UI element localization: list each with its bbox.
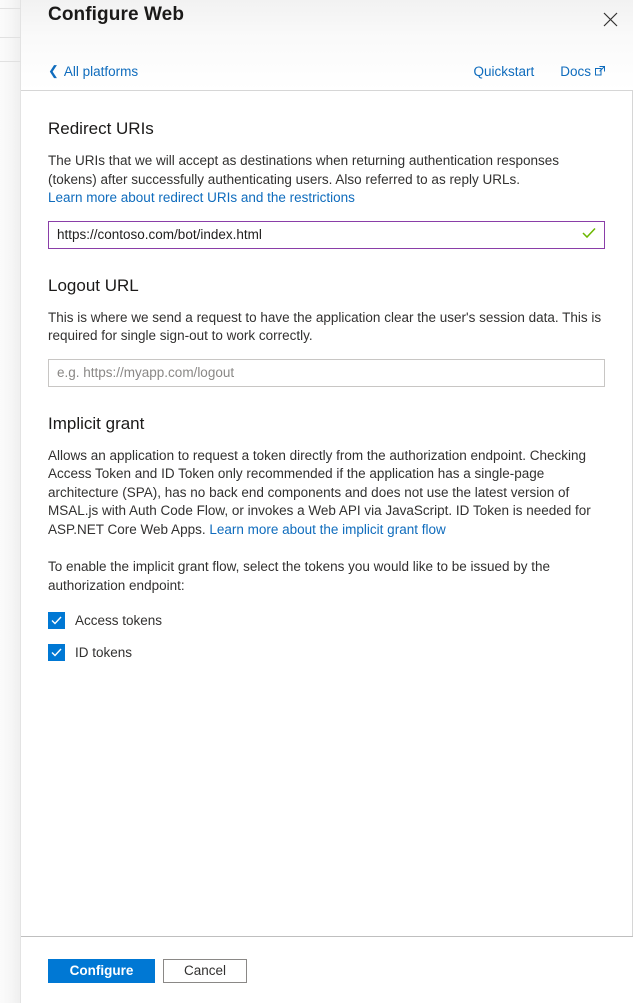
logout-url-field	[48, 358, 605, 387]
dialog-body: Redirect URIs The URIs that we will acce…	[21, 90, 633, 936]
checkbox-label: Access tokens	[75, 612, 163, 628]
checkbox-checked-icon	[48, 644, 65, 661]
close-icon	[603, 12, 618, 27]
implicit-grant-instruction: To enable the implicit grant flow, selec…	[48, 559, 551, 593]
redirect-uri-input[interactable]	[48, 220, 605, 249]
checkbox-checked-icon	[48, 612, 65, 629]
dialog-header: Configure Web ❮ All platforms Quickstart…	[21, 0, 633, 90]
logout-url-heading: Logout URL	[48, 275, 139, 295]
background-list-row	[0, 9, 21, 38]
redirect-uris-learn-more-link[interactable]: Learn more about redirect URIs and the r…	[48, 190, 355, 205]
background-list-row	[0, 38, 21, 62]
dialog-footer: Configure Cancel	[21, 936, 633, 1003]
logout-url-input[interactable]	[48, 358, 605, 387]
back-to-all-platforms-link[interactable]: ❮ All platforms	[48, 64, 138, 79]
external-link-icon	[594, 65, 606, 77]
redirect-uris-description: The URIs that we will accept as destinat…	[48, 152, 605, 208]
cancel-button[interactable]: Cancel	[163, 959, 247, 983]
close-button[interactable]	[595, 4, 625, 34]
checkbox-label: ID tokens	[75, 644, 133, 660]
logout-url-description: This is where we send a request to have …	[48, 309, 602, 344]
background-list-row	[0, 0, 21, 9]
header-right-links: Quickstart Docs	[473, 64, 606, 79]
header-links: ❮ All platforms Quickstart Docs	[21, 60, 633, 82]
implicit-grant-heading: Implicit grant	[48, 413, 145, 433]
back-link-label: All platforms	[63, 63, 139, 79]
background-list-strip	[0, 0, 21, 1003]
redirect-uris-description-text: The URIs that we will accept as destinat…	[48, 153, 560, 187]
redirect-uri-field	[48, 220, 605, 249]
page-title: Configure Web	[48, 4, 185, 25]
docs-link[interactable]: Docs	[560, 64, 606, 79]
redirect-uris-heading: Redirect URIs	[48, 119, 154, 138]
quickstart-link[interactable]: Quickstart	[473, 64, 534, 79]
token-checkbox-list: Access tokens ID tokens	[48, 608, 605, 665]
implicit-grant-learn-more-link[interactable]: Learn more about the implicit grant flow	[209, 522, 445, 537]
docs-link-label: Docs	[560, 63, 591, 79]
configure-button[interactable]: Configure	[48, 959, 155, 983]
configure-web-dialog: Configure Web ❮ All platforms Quickstart…	[21, 0, 633, 1003]
checkbox-id-tokens[interactable]: ID tokens	[48, 640, 605, 665]
checkbox-access-tokens[interactable]: Access tokens	[48, 608, 605, 633]
implicit-grant-description: Allows an application to request a token…	[48, 447, 605, 540]
chevron-left-icon: ❮	[48, 63, 59, 78]
